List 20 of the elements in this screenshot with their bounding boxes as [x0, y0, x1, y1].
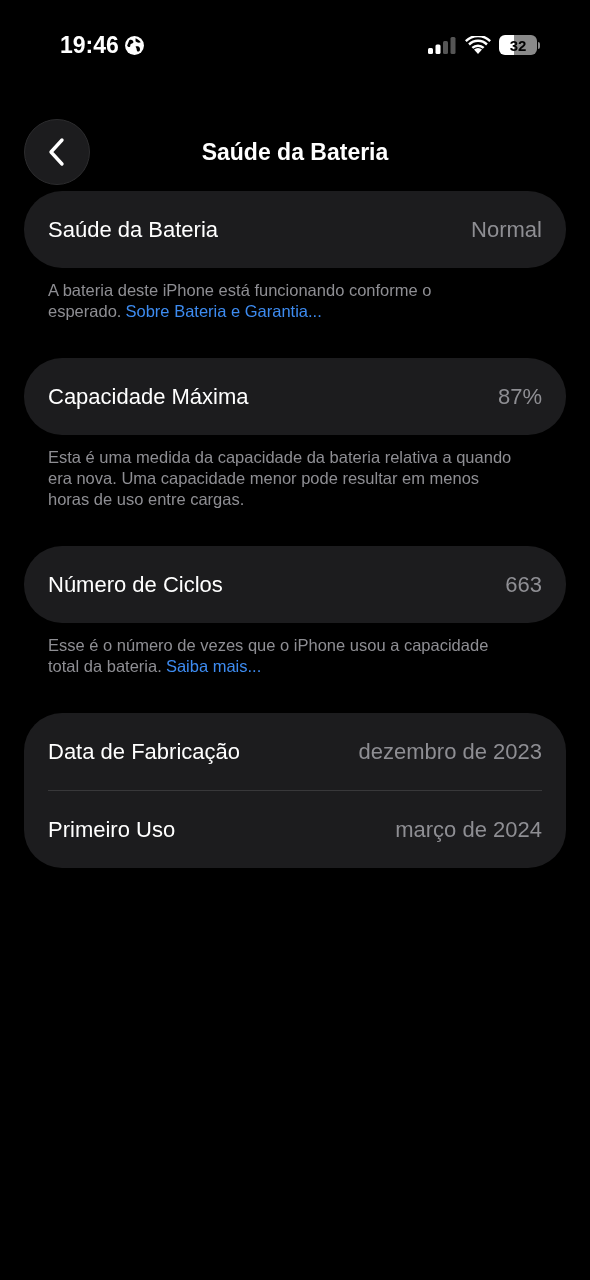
footnote-link[interactable]: Sobre Bateria e Garantia...	[125, 302, 322, 320]
row-label: Saúde da Bateria	[48, 216, 219, 243]
row-label: Capacidade Máxima	[48, 383, 249, 410]
status-time: 19:46	[60, 31, 119, 59]
page-title: Saúde da Bateria	[201, 138, 389, 166]
globe-icon	[123, 34, 145, 56]
row-value: Normal	[471, 216, 542, 243]
signal-icon	[427, 36, 457, 54]
footnote-text: Esta é uma medida da capacidade da bateria relativa a quando era nova. Uma capacidade menor pode resultar em menos horas de uso entre cargas.	[48, 447, 513, 510]
footnote-link[interactable]: Saiba mais...	[165, 657, 262, 675]
footnote-text: Esse é o número de vezes que o iPhone usou a capacidade total da bateria. Saiba mais...	[48, 635, 490, 677]
row-value: março de 2024	[395, 816, 542, 843]
footnote-text: A bateria deste iPhone está funcionando conforme o esperado. Sobre Bateria e Garantia...	[48, 280, 433, 322]
row-label: Data de Fabricação	[48, 738, 240, 765]
row-value: dezembro de 2023	[358, 738, 542, 765]
wifi-icon	[465, 35, 491, 55]
row-label: Número de Ciclos	[48, 571, 223, 598]
row-label: Primeiro Uso	[48, 816, 176, 843]
row-value: 663	[505, 571, 542, 598]
row-value: 87%	[497, 383, 542, 410]
